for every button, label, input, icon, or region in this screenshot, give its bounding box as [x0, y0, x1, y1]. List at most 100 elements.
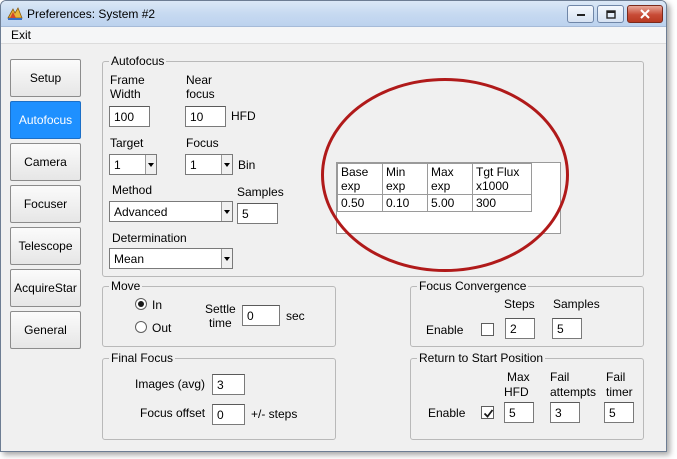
convergence-samples-input[interactable]: 5 [552, 318, 582, 339]
sidebar-item-label: Autofocus [18, 113, 73, 127]
fail-attempts-label: Fail [550, 370, 570, 384]
convergence-samples-label: Samples [553, 297, 600, 311]
focus-offset-input[interactable]: 0 [212, 404, 245, 425]
table-header-row: Base exp Min exp Max exp Tgt Flux x1000 [337, 163, 532, 195]
settle-time-label-2: time [209, 316, 232, 330]
convergence-steps-label: Steps [504, 297, 535, 311]
near-focus-label-2: focus [186, 87, 215, 101]
final-focus-group: Final Focus Images (avg) 3 Focus offset … [102, 351, 336, 440]
max-hfd-input[interactable]: 5 [504, 402, 534, 423]
table-cell[interactable]: 0.50 [337, 194, 383, 212]
sidebar-item-acquirestar[interactable]: AcquireStar [10, 269, 81, 307]
bin-label: Bin [238, 158, 256, 172]
convergence-steps-input[interactable]: 2 [505, 318, 535, 339]
focus-convergence-group-title: Focus Convergence [417, 279, 529, 293]
near-focus-label: Near [186, 73, 213, 87]
max-hfd-label-2: HFD [504, 385, 529, 399]
settle-time-unit: sec [286, 309, 305, 323]
maximize-button[interactable] [597, 5, 624, 23]
frame-width-label-2: Width [110, 87, 141, 101]
move-group: Move In Out Settle time 0 sec [102, 279, 336, 347]
target-label: Target [110, 136, 144, 150]
table-header-cell: Base exp [337, 163, 383, 195]
frame-width-input[interactable]: 100 [109, 106, 150, 127]
chevron-down-icon [145, 155, 156, 174]
table-header-cell: Tgt Flux x1000 [472, 163, 532, 195]
settle-time-input[interactable]: 0 [242, 305, 280, 326]
return-enable-checkbox[interactable] [481, 406, 494, 419]
chevron-down-icon [221, 249, 232, 268]
table-header-cell: Max exp [427, 163, 473, 195]
fail-timer-label: Fail [606, 370, 626, 384]
minimize-button[interactable] [567, 5, 594, 23]
move-out-radio[interactable] [135, 321, 147, 333]
sidebar-item-focuser[interactable]: Focuser [10, 185, 81, 223]
move-group-title: Move [109, 279, 143, 293]
return-enable-label: Enable [428, 406, 466, 420]
focus-label: Focus [186, 136, 219, 150]
focus-bin-dropdown-value: 1 [190, 158, 197, 172]
title-bar[interactable]: Preferences: System #2 [1, 1, 666, 27]
table-cell[interactable]: 0.10 [382, 194, 428, 212]
return-to-start-group: Return to Start Position Max HFD Fail at… [410, 351, 644, 440]
method-dropdown-value: Advanced [114, 205, 168, 219]
exposure-table[interactable]: Base exp Min exp Max exp Tgt Flux x1000 0.50… [337, 163, 532, 212]
sidebar-item-label: General [24, 323, 67, 337]
hfd-unit-label: HFD [231, 109, 256, 123]
sidebar-item-camera[interactable]: Camera [10, 143, 81, 181]
determination-dropdown-value: Mean [114, 252, 145, 266]
method-label: Method [112, 183, 153, 197]
minimize-icon [576, 14, 585, 16]
fail-timer-input[interactable]: 5 [604, 402, 634, 423]
chevron-down-icon [221, 155, 232, 174]
sidebar-item-label: AcquireStar [14, 281, 77, 295]
images-avg-input[interactable]: 3 [212, 374, 245, 395]
sidebar-item-label: Camera [24, 155, 67, 169]
frame-width-label: Frame [110, 73, 145, 87]
move-in-radio[interactable] [135, 298, 147, 310]
return-to-start-group-title: Return to Start Position [417, 351, 546, 365]
menu-exit[interactable]: Exit [11, 28, 31, 42]
focus-bin-dropdown[interactable]: 1 [185, 154, 233, 175]
table-row[interactable]: 0.50 0.10 5.00 300 [337, 194, 532, 212]
samples-label: Samples [237, 185, 284, 199]
sidebar-item-setup[interactable]: Setup [10, 59, 81, 97]
window-title: Preferences: System #2 [27, 7, 156, 21]
near-focus-input[interactable]: 10 [185, 106, 226, 127]
preferences-window: Preferences: System #2 Exit Setup Autofo… [0, 0, 667, 452]
focus-offset-unit: +/- steps [251, 407, 298, 421]
focus-offset-label: Focus offset [140, 406, 206, 420]
close-button[interactable] [627, 5, 663, 23]
move-out-label: Out [152, 321, 172, 335]
fail-timer-label-2: timer [606, 385, 633, 399]
samples-input[interactable]: 5 [237, 203, 278, 224]
determination-dropdown[interactable]: Mean [109, 248, 233, 269]
fail-attempts-input[interactable]: 3 [550, 402, 580, 423]
target-dropdown[interactable]: 1 [109, 154, 157, 175]
settle-time-label: Settle [205, 302, 236, 316]
move-in-label: In [152, 298, 163, 312]
app-icon [7, 7, 23, 20]
fail-attempts-label-2: attempts [550, 385, 597, 399]
images-avg-label: Images (avg) [135, 377, 206, 391]
max-hfd-label: Max [507, 370, 530, 384]
table-cell[interactable]: 5.00 [427, 194, 473, 212]
sidebar-item-label: Telescope [18, 239, 73, 253]
autofocus-group: Autofocus Frame Width 100 Near focus 10 … [102, 54, 644, 277]
table-cell[interactable]: 300 [472, 194, 532, 212]
autofocus-group-title: Autofocus [109, 54, 167, 68]
sidebar-item-label: Setup [29, 71, 62, 85]
sidebar-item-general[interactable]: General [10, 311, 81, 349]
method-dropdown[interactable]: Advanced [109, 201, 233, 222]
sidebar-item-label: Focuser [23, 197, 68, 211]
content-area: Setup Autofocus Camera Focuser Telescope… [1, 45, 666, 451]
checkmark-icon [483, 409, 494, 418]
chevron-down-icon [221, 202, 232, 221]
target-dropdown-value: 1 [114, 158, 121, 172]
maximize-icon [605, 9, 616, 19]
focus-convergence-group: Focus Convergence Steps Samples Enable 2… [410, 279, 644, 347]
sidebar-item-autofocus[interactable]: Autofocus [10, 101, 81, 139]
convergence-enable-checkbox[interactable] [481, 323, 494, 336]
determination-label: Determination [112, 231, 187, 245]
sidebar-item-telescope[interactable]: Telescope [10, 227, 81, 265]
